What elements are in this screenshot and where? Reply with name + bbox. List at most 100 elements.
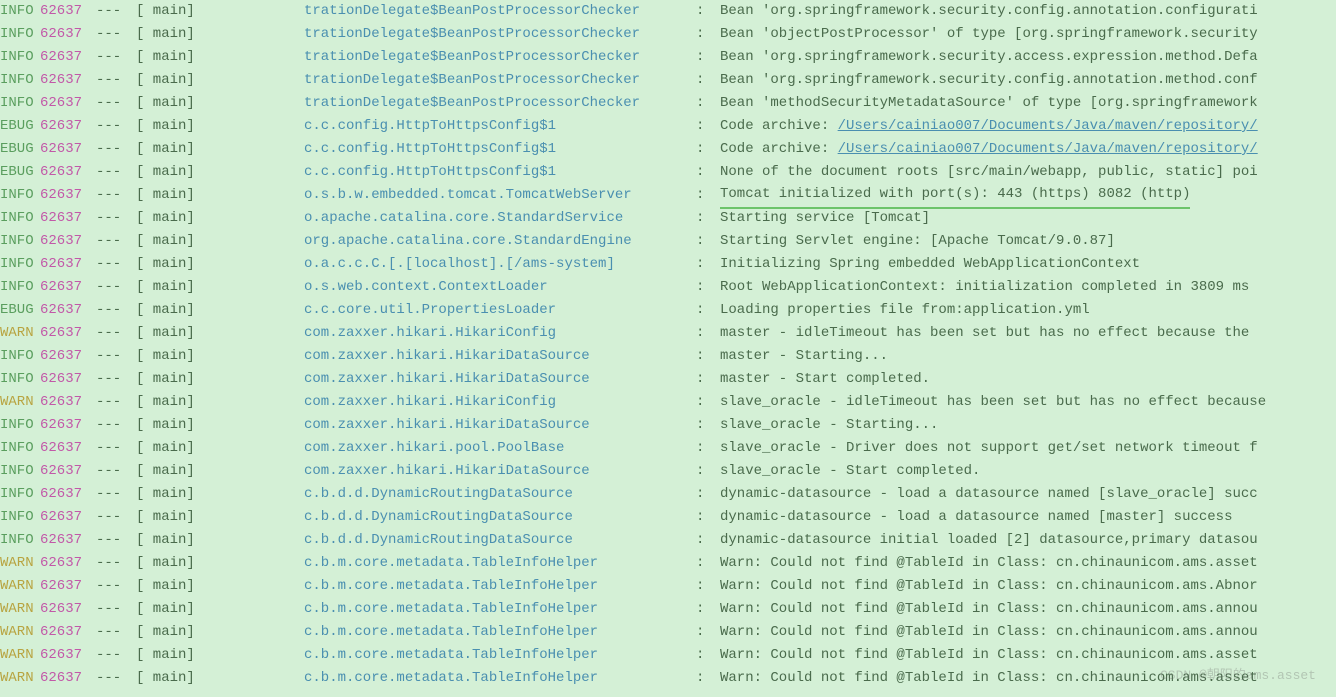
log-separator: --- [96,391,136,414]
log-pid: 62637 [40,276,96,299]
log-logger: c.c.config.HttpToHttpsConfig$1 [304,161,696,184]
log-colon: : [696,621,720,644]
log-separator: --- [96,644,136,667]
log-pid: 62637 [40,184,96,207]
log-thread: [ main] [136,230,304,253]
log-logger: org.apache.catalina.core.StandardEngine [304,230,696,253]
log-message: Code archive: /Users/cainiao007/Document… [720,138,1336,161]
log-level: WARN [0,621,40,644]
log-line: WARN62637---[ main]c.b.m.core.metadata.T… [0,575,1336,598]
log-message: master - idleTimeout has been set but ha… [720,322,1336,345]
log-level: INFO [0,368,40,391]
log-thread: [ main] [136,575,304,598]
log-pid: 62637 [40,207,96,230]
log-level: INFO [0,92,40,115]
log-pid: 62637 [40,483,96,506]
log-separator: --- [96,207,136,230]
log-thread: [ main] [136,621,304,644]
log-line: INFO62637---[ main]org.apache.catalina.c… [0,230,1336,253]
log-line: INFO62637---[ main]c.b.d.d.DynamicRoutin… [0,483,1336,506]
log-message: Warn: Could not find @TableId in Class: … [720,598,1336,621]
log-message: Warn: Could not find @TableId in Class: … [720,621,1336,644]
log-pid: 62637 [40,322,96,345]
log-separator: --- [96,506,136,529]
log-level: EBUG [0,161,40,184]
log-thread: [ main] [136,69,304,92]
log-logger: c.b.d.d.DynamicRoutingDataSource [304,483,696,506]
file-path-link[interactable]: /Users/cainiao007/Documents/Java/maven/r… [838,118,1258,134]
log-colon: : [696,115,720,138]
log-colon: : [696,207,720,230]
log-level: WARN [0,667,40,690]
log-line: WARN62637---[ main]com.zaxxer.hikari.Hik… [0,391,1336,414]
log-colon: : [696,437,720,460]
log-colon: : [696,69,720,92]
log-line: INFO62637---[ main]com.zaxxer.hikari.Hik… [0,368,1336,391]
log-logger: o.s.web.context.ContextLoader [304,276,696,299]
file-path-link[interactable]: /Users/cainiao007/Documents/Java/maven/r… [838,141,1258,157]
log-colon: : [696,23,720,46]
log-level: INFO [0,529,40,552]
log-separator: --- [96,0,136,23]
log-message: slave_oracle - Starting... [720,414,1336,437]
log-message: slave_oracle - idleTimeout has been set … [720,391,1336,414]
log-colon: : [696,575,720,598]
log-logger: c.b.m.core.metadata.TableInfoHelper [304,552,696,575]
log-colon: : [696,506,720,529]
log-pid: 62637 [40,368,96,391]
log-message: Bean 'org.springframework.security.confi… [720,0,1336,23]
log-separator: --- [96,529,136,552]
log-thread: [ main] [136,345,304,368]
log-colon: : [696,483,720,506]
log-thread: [ main] [136,483,304,506]
highlighted-message: Tomcat initialized with port(s): 443 (ht… [720,183,1190,209]
log-pid: 62637 [40,46,96,69]
log-level: EBUG [0,115,40,138]
log-thread: [ main] [136,276,304,299]
log-separator: --- [96,299,136,322]
log-thread: [ main] [136,46,304,69]
log-logger: o.a.c.c.C.[.[localhost].[/ams-system] [304,253,696,276]
log-logger: com.zaxxer.hikari.HikariDataSource [304,460,696,483]
log-level: EBUG [0,138,40,161]
log-thread: [ main] [136,460,304,483]
log-thread: [ main] [136,506,304,529]
log-thread: [ main] [136,115,304,138]
log-message: slave_oracle - Driver does not support g… [720,437,1336,460]
log-level: INFO [0,69,40,92]
log-thread: [ main] [136,598,304,621]
log-level: INFO [0,207,40,230]
log-level: INFO [0,23,40,46]
log-separator: --- [96,667,136,690]
log-message: Initializing Spring embedded WebApplicat… [720,253,1336,276]
log-line: WARN62637---[ main]c.b.m.core.metadata.T… [0,552,1336,575]
log-colon: : [696,667,720,690]
log-level: INFO [0,276,40,299]
log-message: Bean 'org.springframework.security.confi… [720,69,1336,92]
log-level: WARN [0,552,40,575]
log-line: INFO62637---[ main]o.apache.catalina.cor… [0,207,1336,230]
log-level: WARN [0,322,40,345]
log-line: INFO62637---[ main]com.zaxxer.hikari.Hik… [0,414,1336,437]
log-line: INFO62637---[ main]trationDelegate$BeanP… [0,69,1336,92]
log-pid: 62637 [40,621,96,644]
log-logger: c.b.m.core.metadata.TableInfoHelper [304,644,696,667]
log-message: Loading properties file from:application… [720,299,1336,322]
log-level: INFO [0,184,40,207]
log-message: Warn: Could not find @TableId in Class: … [720,552,1336,575]
log-colon: : [696,414,720,437]
log-separator: --- [96,161,136,184]
log-logger: c.c.core.util.PropertiesLoader [304,299,696,322]
log-pid: 62637 [40,667,96,690]
log-message: master - Start completed. [720,368,1336,391]
log-level: INFO [0,0,40,23]
log-separator: --- [96,322,136,345]
log-thread: [ main] [136,92,304,115]
log-logger: com.zaxxer.hikari.HikariDataSource [304,368,696,391]
log-colon: : [696,138,720,161]
log-pid: 62637 [40,23,96,46]
log-separator: --- [96,138,136,161]
log-separator: --- [96,460,136,483]
log-separator: --- [96,621,136,644]
log-colon: : [696,345,720,368]
